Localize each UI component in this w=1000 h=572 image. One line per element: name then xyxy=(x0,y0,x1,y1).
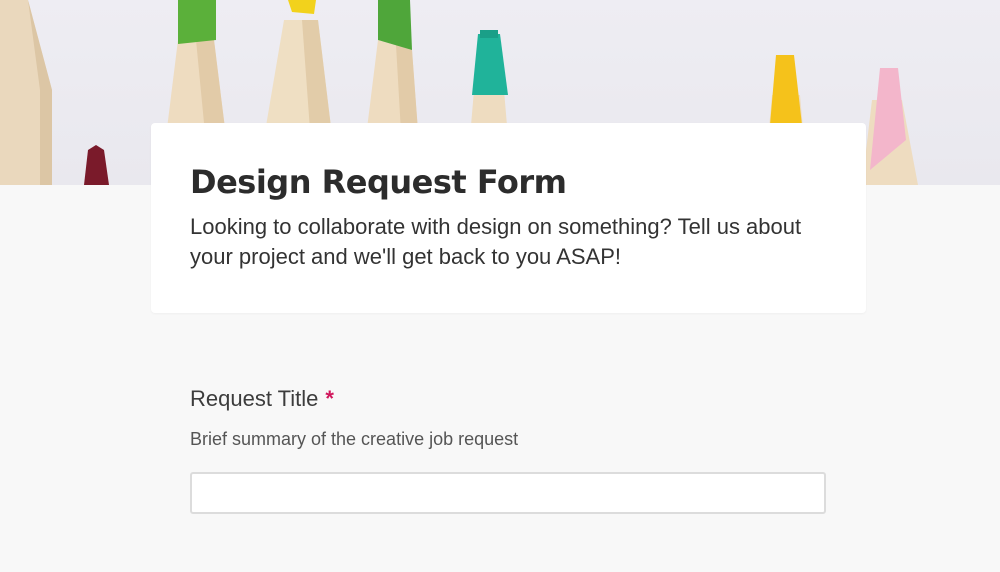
question-label-row: Request Title * xyxy=(190,386,830,412)
question-label: Request Title xyxy=(190,386,319,411)
form-header-card: Design Request Form Looking to collabora… xyxy=(151,123,866,313)
required-asterisk: * xyxy=(325,386,334,411)
form-title: Design Request Form xyxy=(190,163,567,201)
request-title-input[interactable] xyxy=(190,472,826,514)
form-page: Design Request Form Looking to collabora… xyxy=(0,0,1000,572)
pencil-left-edge xyxy=(0,0,52,185)
pencil-dark-red xyxy=(84,145,109,185)
pencil-pink xyxy=(862,68,918,185)
question-request-title: Request Title * Brief summary of the cre… xyxy=(190,386,830,514)
question-help-text: Brief summary of the creative job reques… xyxy=(190,429,519,449)
form-description: Looking to collaborate with design on so… xyxy=(190,214,802,270)
